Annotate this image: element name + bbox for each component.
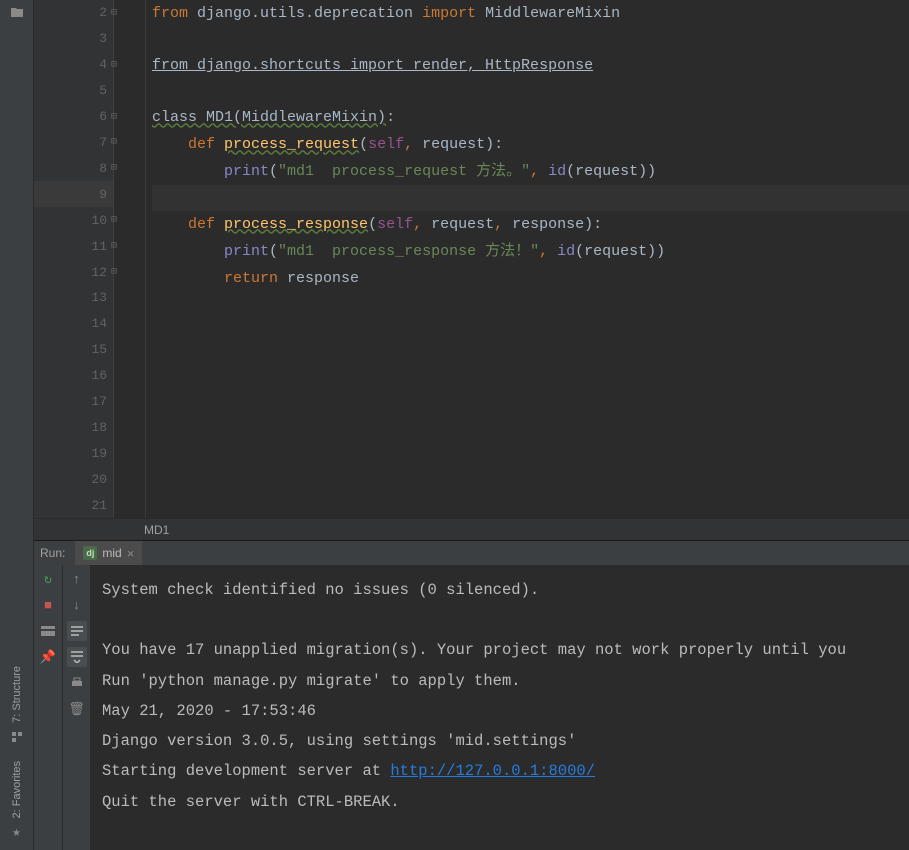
line-number: 17 — [91, 394, 107, 409]
line-number: 9 — [99, 187, 107, 202]
fold-icon[interactable]: ⊟ — [107, 213, 121, 227]
soft-wrap-button[interactable] — [67, 621, 87, 641]
project-icon[interactable] — [9, 4, 25, 20]
line-number: 10 — [91, 213, 107, 228]
fold-icon[interactable]: ⊟ — [107, 265, 121, 279]
layout-button[interactable] — [38, 621, 58, 641]
console-output[interactable]: System check identified no issues (0 sil… — [90, 565, 909, 850]
stop-button[interactable]: ■ — [38, 595, 58, 615]
print-button[interactable] — [67, 673, 87, 693]
code-area[interactable]: from django.utils.deprecation import Mid… — [114, 0, 909, 518]
run-title: Run: — [40, 546, 65, 560]
pin-button[interactable]: 📌 — [38, 647, 58, 667]
fold-icon[interactable]: ⊟ — [107, 161, 121, 175]
fold-icon[interactable]: ⊟ — [107, 239, 121, 253]
favorites-tab[interactable]: 2: Favorites — [11, 761, 23, 818]
fold-icon[interactable]: ⊟ — [107, 6, 121, 20]
left-tool-rail: 7: Structure 2: Favorites ★ — [0, 0, 34, 850]
up-button[interactable]: ↑ — [67, 569, 87, 589]
structure-tab[interactable]: 7: Structure — [11, 666, 23, 723]
run-tab-label: mid — [102, 546, 121, 560]
breadcrumb[interactable]: MD1 — [34, 518, 909, 540]
run-header: Run: dj mid × — [34, 541, 909, 565]
structure-icon[interactable] — [7, 727, 27, 747]
down-button[interactable]: ↓ — [67, 595, 87, 615]
line-number: 2 — [99, 5, 107, 20]
favorites-icon[interactable]: ★ — [7, 822, 27, 842]
line-number: 20 — [91, 472, 107, 487]
fold-icon[interactable]: ⊟ — [107, 58, 121, 72]
line-number: 14 — [91, 316, 107, 331]
run-panel: Run: dj mid × ↻ ■ 📌 ↑ ↓ 🗑 System — [34, 540, 909, 850]
line-number: 21 — [91, 498, 107, 513]
fold-icon[interactable]: ⊟ — [107, 135, 121, 149]
line-number: 15 — [91, 342, 107, 357]
line-number: 12 — [91, 265, 107, 280]
line-number: 6 — [99, 109, 107, 124]
run-toolbar-left: ↻ ■ 📌 — [34, 565, 62, 850]
line-number: 19 — [91, 446, 107, 461]
line-number: 4 — [99, 57, 107, 72]
django-icon: dj — [83, 546, 97, 560]
rerun-button[interactable]: ↻ — [38, 569, 58, 589]
trash-button[interactable]: 🗑 — [67, 699, 87, 719]
line-number: 5 — [99, 83, 107, 98]
fold-icon[interactable]: ⊟ — [107, 110, 121, 124]
run-toolbar-right: ↑ ↓ 🗑 — [62, 565, 90, 850]
line-number: 16 — [91, 368, 107, 383]
line-number: 3 — [99, 31, 107, 46]
gutter[interactable]: 2⊟ 3 4⊟ 5 6⊟ 7⊟ 8⊟ 9 10⊟ 11⊟ 12⊟ 13 14 1… — [34, 0, 114, 518]
line-number: 7 — [99, 135, 107, 150]
line-number: 13 — [91, 290, 107, 305]
editor: 2⊟ 3 4⊟ 5 6⊟ 7⊟ 8⊟ 9 10⊟ 11⊟ 12⊟ 13 14 1… — [34, 0, 909, 540]
line-number: 8 — [99, 161, 107, 176]
server-url-link[interactable]: http://127.0.0.1:8000/ — [390, 762, 595, 780]
run-config-tab[interactable]: dj mid × — [75, 541, 142, 565]
scroll-end-button[interactable] — [67, 647, 87, 667]
line-number: 18 — [91, 420, 107, 435]
close-icon[interactable]: × — [127, 546, 135, 561]
line-number: 11 — [91, 239, 107, 254]
